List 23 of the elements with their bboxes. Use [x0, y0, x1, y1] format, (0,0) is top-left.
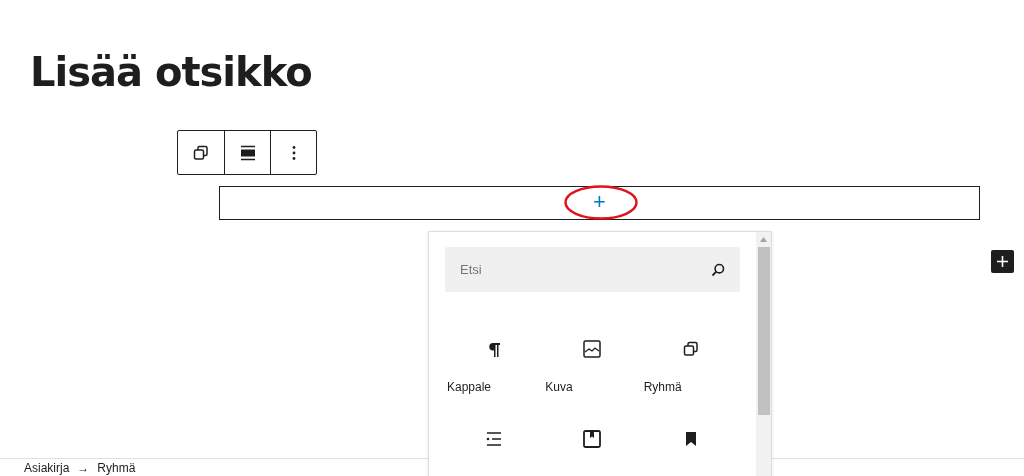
- add-block-button[interactable]: [991, 250, 1014, 273]
- block-label[interactable]: Ryhmä: [643, 378, 682, 396]
- paragraph-icon: [488, 341, 501, 357]
- breadcrumb-item[interactable]: Ryhmä: [97, 461, 136, 475]
- image-icon: [583, 340, 602, 358]
- bookmark-icon: [684, 432, 697, 446]
- full-width-icon: [239, 144, 256, 161]
- group-icon: [193, 144, 209, 161]
- block-label[interactable]: Kappale: [447, 378, 492, 396]
- group-icon: [682, 341, 699, 357]
- more-options-icon: [291, 144, 296, 161]
- breadcrumb-item[interactable]: Asiakirja: [24, 461, 70, 475]
- add-block-button[interactable]: +: [593, 191, 606, 213]
- scrollbar-thumb[interactable]: [757, 247, 770, 415]
- list-icon: [486, 432, 503, 446]
- plus-icon: [996, 255, 1009, 268]
- bookmark-box-icon: [583, 430, 602, 448]
- search-field[interactable]: Etsi: [445, 247, 740, 292]
- group-block[interactable]: +: [219, 186, 980, 220]
- block-label[interactable]: Kuva: [545, 378, 573, 396]
- post-title[interactable]: Lisää otsikko: [30, 48, 312, 96]
- breadcrumb-separator: →: [77, 461, 90, 475]
- search-icon: [711, 263, 725, 277]
